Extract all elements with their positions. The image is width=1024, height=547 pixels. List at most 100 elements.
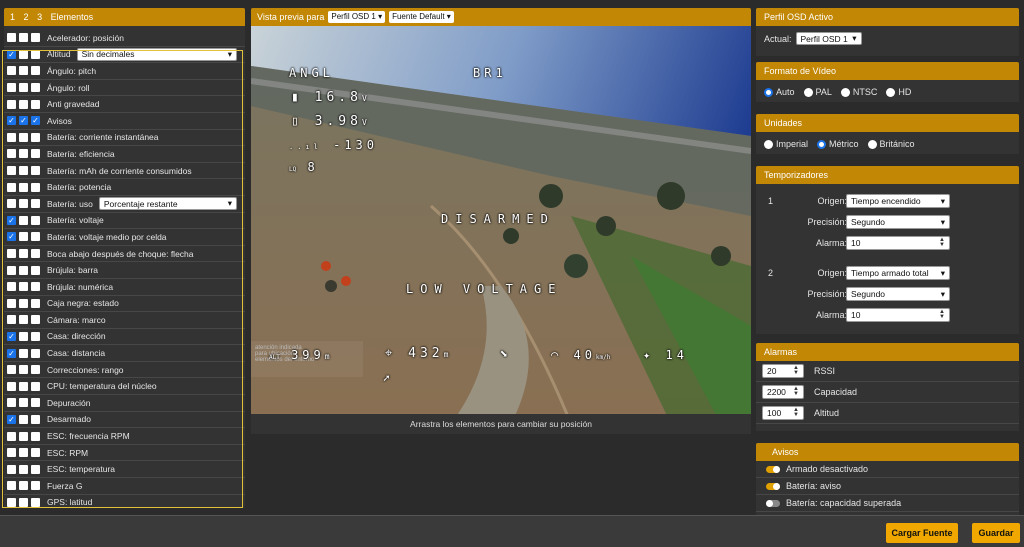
osd-angle[interactable]: ANGL (289, 66, 334, 80)
osd-batt-profile[interactable]: BR1 (473, 66, 507, 80)
alarm-rssi-input[interactable]: 20 ▲ ▼ (762, 364, 804, 378)
element-checkbox-profile-1[interactable] (7, 298, 16, 308)
element-checkbox-profile-3[interactable] (31, 49, 40, 59)
osd-altitude[interactable]: ALT 399m (269, 348, 334, 362)
element-row[interactable]: Caja negra: estado (4, 296, 245, 313)
element-row[interactable]: ✓ Desarmado (4, 412, 245, 429)
element-row[interactable]: ✓ Batería: voltaje (4, 213, 245, 230)
element-row[interactable]: ✓ ✓ ✓ Avisos (4, 113, 245, 130)
video_format-option-hd[interactable]: HD (886, 87, 911, 98)
alarm-capacidad-input[interactable]: 2200 ▲ ▼ (762, 385, 804, 399)
element-checkbox-profile-2[interactable] (19, 448, 28, 458)
element-checkbox-profile-1[interactable] (7, 365, 16, 375)
element-checkbox-profile-1[interactable]: ✓ (7, 331, 16, 341)
radio-button[interactable] (886, 88, 896, 98)
element-checkbox-profile-1[interactable]: ✓ (7, 414, 16, 424)
element-row[interactable]: ✓ Altitud Sin decimales ▾ (4, 47, 245, 64)
element-row[interactable]: Batería: mAh de corriente consumidos (4, 163, 245, 180)
element-checkbox-profile-2[interactable] (19, 481, 28, 491)
element-row[interactable]: CPU: temperatura del núcleo (4, 378, 245, 396)
element-checkbox-profile-1[interactable]: ✓ (7, 215, 16, 225)
radio-button[interactable] (817, 140, 827, 150)
column-tab-2[interactable]: 2 (24, 12, 29, 22)
element-checkbox-profile-3[interactable] (31, 298, 40, 308)
element-row[interactable]: ESC: frecuencia RPM (4, 428, 245, 445)
osd-disarmed[interactable]: DISARMED (441, 212, 555, 226)
element-checkbox-profile-2[interactable] (19, 199, 28, 209)
element-row[interactable]: Depuración (4, 395, 245, 412)
element-checkbox-profile-2[interactable] (19, 265, 28, 275)
element-checkbox-profile-1[interactable] (7, 99, 16, 109)
element-row[interactable]: Ángulo: pitch (4, 63, 245, 80)
element-checkbox-profile-2[interactable] (19, 331, 28, 341)
element-checkbox-profile-3[interactable] (31, 182, 40, 192)
element-checkbox-profile-3[interactable] (31, 232, 40, 242)
element-checkbox-profile-3[interactable] (31, 331, 40, 341)
column-tab-1[interactable]: 1 (10, 12, 15, 22)
element-checkbox-profile-1[interactable]: ✓ (7, 116, 16, 126)
element-checkbox-profile-3[interactable] (31, 365, 40, 375)
element-checkbox-profile-2[interactable] (19, 249, 28, 259)
element-checkbox-profile-1[interactable]: ✓ (7, 49, 16, 59)
element-checkbox-profile-1[interactable] (7, 182, 16, 192)
video_format-option-pal[interactable]: PAL (803, 87, 832, 98)
element-row[interactable]: Batería: potencia (4, 179, 245, 196)
element-row[interactable]: ✓ Casa: dirección (4, 329, 245, 346)
element-checkbox-profile-1[interactable] (7, 149, 16, 159)
osd-home-distance[interactable]: ⌖ 432m (385, 346, 452, 361)
element-row[interactable]: ✓ Batería: voltaje medio por celda (4, 229, 245, 246)
warning-toggle[interactable] (766, 466, 780, 474)
element-checkbox-profile-3[interactable] (31, 381, 40, 391)
element-row[interactable]: ESC: RPM (4, 445, 245, 462)
warning-toggle[interactable] (766, 483, 780, 491)
radio-button[interactable] (867, 140, 877, 150)
osd-profile-select[interactable]: Perfil OSD 1 ▾ (795, 32, 862, 45)
element-row[interactable]: Brújula: numérica (4, 279, 245, 296)
element-checkbox-profile-1[interactable] (7, 265, 16, 275)
units-option-métrico[interactable]: Métrico (817, 139, 859, 150)
video-preview[interactable]: ANGL BR1 ▮ 16.8V ▯ 3.98V ..ıl -130 LQ 8 … (251, 26, 751, 424)
element-option-select[interactable]: Porcentaje restante ▾ (98, 197, 237, 211)
element-checkbox-profile-1[interactable] (7, 33, 16, 43)
element-checkbox-profile-1[interactable] (7, 481, 16, 491)
element-checkbox-profile-3[interactable] (31, 448, 40, 458)
element-checkbox-profile-3[interactable] (31, 431, 40, 441)
element-row[interactable]: GPS: latitud (4, 495, 245, 508)
osd-cell-voltage[interactable]: ▯ 3.98V (291, 114, 371, 129)
element-checkbox-profile-2[interactable] (19, 99, 28, 109)
timer-precision-select[interactable]: Segundo ▾ (846, 215, 950, 229)
element-row[interactable]: Batería: corriente instantánea (4, 130, 245, 147)
element-checkbox-profile-3[interactable] (31, 132, 40, 142)
element-checkbox-profile-3[interactable] (31, 149, 40, 159)
element-row[interactable]: ESC: temperatura (4, 461, 245, 479)
element-row[interactable]: Ángulo: roll (4, 80, 245, 97)
timer-alarm-input[interactable]: 10 ▲ ▼ (846, 236, 950, 250)
element-checkbox-profile-3[interactable] (31, 497, 40, 507)
timer-source-select[interactable]: Tiempo encendido ▾ (846, 194, 950, 208)
units-option-británico[interactable]: Británico (867, 139, 915, 150)
alarm-altitud-input[interactable]: 100 ▲ ▼ (762, 406, 804, 420)
column-tab-3[interactable]: 3 (37, 12, 42, 22)
element-checkbox-profile-1[interactable]: ✓ (7, 232, 16, 242)
element-checkbox-profile-1[interactable] (7, 497, 16, 507)
element-checkbox-profile-2[interactable] (19, 215, 28, 225)
osd-gps-sats[interactable]: ✦ 14 (643, 348, 688, 362)
element-checkbox-profile-1[interactable] (7, 249, 16, 259)
element-row[interactable]: Batería: uso Porcentaje restante ▾ (4, 196, 245, 213)
radio-button[interactable] (764, 88, 773, 98)
element-checkbox-profile-2[interactable]: ✓ (19, 116, 28, 126)
element-checkbox-profile-3[interactable] (31, 249, 40, 259)
element-checkbox-profile-1[interactable] (7, 315, 16, 325)
element-checkbox-profile-2[interactable] (19, 398, 28, 408)
element-checkbox-profile-2[interactable] (19, 298, 28, 308)
element-row[interactable]: Batería: eficiencia (4, 146, 245, 163)
element-checkbox-profile-3[interactable]: ✓ (31, 116, 40, 126)
element-checkbox-profile-2[interactable] (19, 414, 28, 424)
element-row[interactable]: Fuerza G (4, 478, 245, 495)
element-checkbox-profile-2[interactable] (19, 348, 28, 358)
element-checkbox-profile-3[interactable] (31, 398, 40, 408)
element-checkbox-profile-2[interactable] (19, 49, 28, 59)
osd-battery-voltage[interactable]: ▮ 16.8V (291, 90, 371, 105)
element-row[interactable]: Cámara: marco (4, 312, 245, 329)
video_format-option-auto[interactable]: Auto (764, 87, 795, 98)
